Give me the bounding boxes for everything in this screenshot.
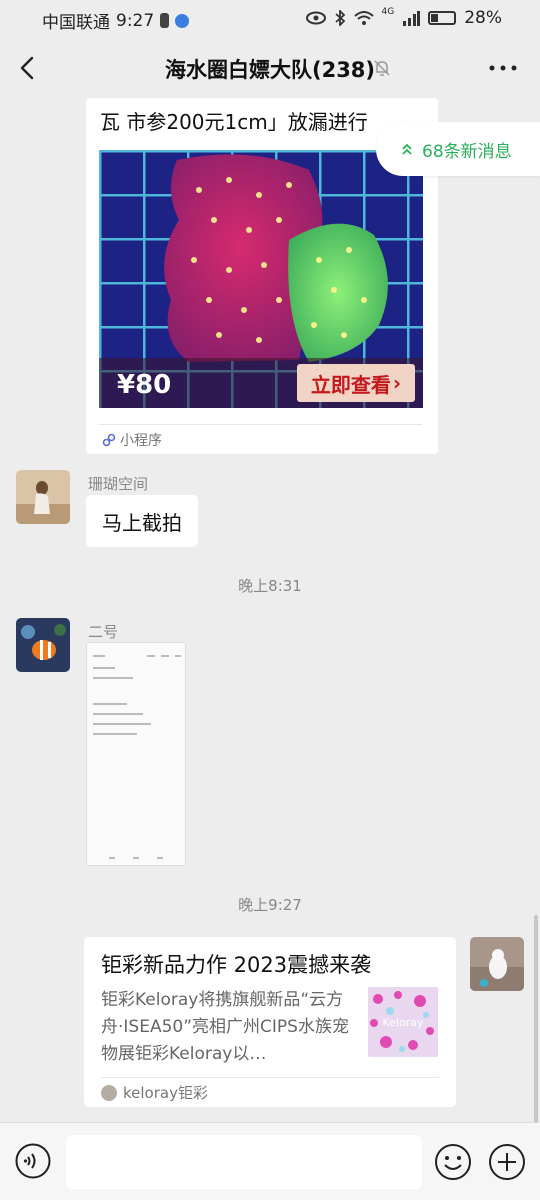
clock-time: 9:27 <box>116 10 155 31</box>
emoji-icon[interactable] <box>434 1143 472 1181</box>
card-divider <box>99 424 422 425</box>
chevron-right-icon: › <box>392 371 402 395</box>
wifi-icon <box>353 11 374 25</box>
mini-program-icon <box>102 433 116 447</box>
new-messages-label: 68条新消息 <box>422 141 512 162</box>
more-options-icon[interactable] <box>488 58 518 78</box>
source-name: keloray钜彩 <box>123 1084 208 1102</box>
mini-program-label: 小程序 <box>120 433 162 449</box>
battery-percent: 28% <box>464 8 502 28</box>
mini-program-title: 瓦 市参200元1cm」放漏进行 <box>100 110 368 134</box>
avatar[interactable] <box>16 618 70 672</box>
article-thumbnail: Keloray <box>368 987 438 1057</box>
message-input-bar <box>0 1122 540 1200</box>
my-avatar[interactable] <box>470 937 524 991</box>
avatar[interactable] <box>16 470 70 524</box>
scrollbar[interactable] <box>534 915 538 1125</box>
avatar-image <box>470 937 524 991</box>
carrier-label: 中国联通 <box>42 13 110 33</box>
notification-icon <box>160 13 170 28</box>
sender-name: 珊瑚空间 <box>88 475 149 493</box>
view-now-label: 立即查看 <box>310 372 391 397</box>
view-now-button[interactable]: 立即查看 › <box>297 364 415 402</box>
eye-icon <box>305 11 326 25</box>
double-chevron-up-icon <box>402 143 412 155</box>
avatar-image <box>16 470 70 524</box>
voice-input-icon[interactable] <box>15 1143 51 1179</box>
message-input[interactable] <box>66 1135 422 1189</box>
source-avatar-icon <box>101 1084 117 1101</box>
message-bubble[interactable]: 马上截拍 <box>86 495 198 547</box>
message-text: 马上截拍 <box>102 510 182 535</box>
article-description: 钜彩Keloray将携旗舰新品“云方舟·ISEA50”亮相广州CIPS水族宠物展… <box>101 990 349 1064</box>
timestamp: 晚上8:31 <box>238 577 302 595</box>
network-type-label: 4G <box>381 7 395 17</box>
avatar-image <box>16 618 70 672</box>
coral-product-image: ¥80 立即查看 › <box>99 150 423 408</box>
plus-icon[interactable] <box>488 1143 526 1181</box>
article-title: 钜彩新品力作 2023震撼来袭 <box>101 953 372 977</box>
thumbnail-brand-text: Keloray <box>383 1016 424 1029</box>
battery-icon <box>428 11 457 25</box>
mute-bell-icon <box>374 60 390 76</box>
article-source: keloray钜彩 <box>101 1082 208 1103</box>
article-link-card[interactable]: 钜彩新品力作 2023震撼来袭 钜彩Keloray将携旗舰新品“云方舟·ISEA… <box>84 937 456 1107</box>
product-price: ¥80 <box>117 370 172 400</box>
app-notification-icon <box>175 13 190 28</box>
chat-header: 海水圈白嫖大队(238) <box>0 36 540 100</box>
mini-program-footer: 小程序 <box>102 430 162 450</box>
status-bar: 中国联通 9:27 4G 28% <box>0 0 540 36</box>
chat-title: 海水圈白嫖大队(238) <box>164 58 376 82</box>
new-messages-button[interactable]: 68条新消息 <box>376 122 540 176</box>
card-divider <box>101 1077 439 1078</box>
signal-icon <box>403 11 421 26</box>
image-message-thumbnail[interactable] <box>86 642 186 866</box>
bluetooth-icon <box>334 10 345 26</box>
timestamp: 晚上9:27 <box>238 896 302 914</box>
sender-name: 二号 <box>88 623 119 641</box>
